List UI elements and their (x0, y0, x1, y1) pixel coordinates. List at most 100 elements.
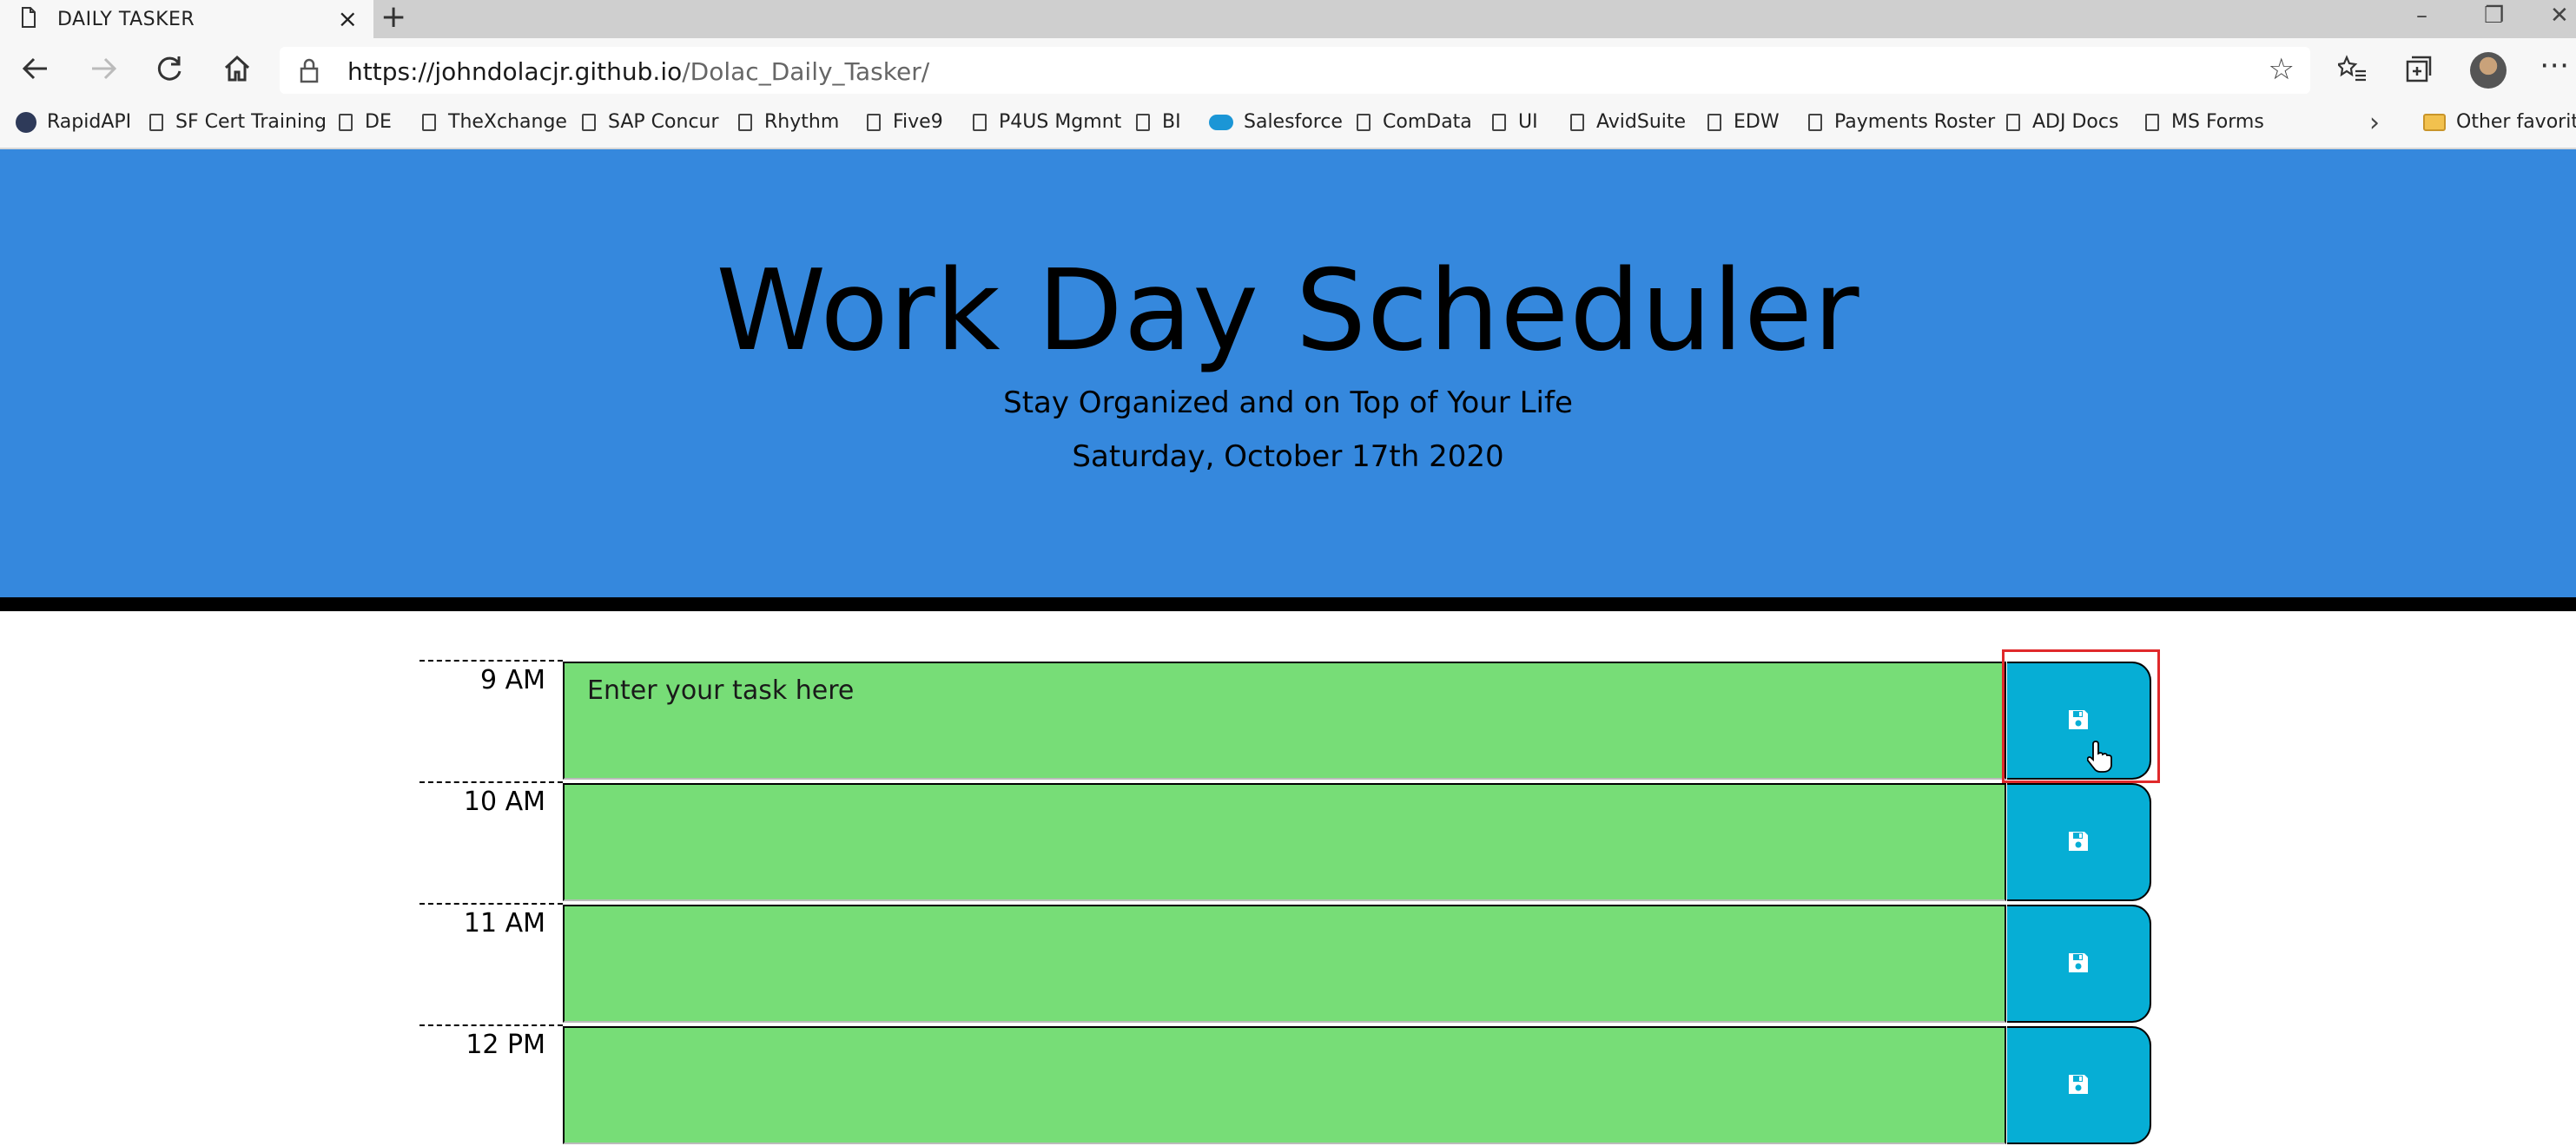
bookmark-rapidapi[interactable]: RapidAPI (16, 111, 131, 133)
bookmark-thexchange[interactable]: TheXchange (422, 111, 567, 133)
task-input[interactable] (563, 905, 2006, 1023)
bookmark-label: DE (365, 111, 392, 133)
back-icon[interactable] (21, 54, 50, 89)
url-host: https://johndolacjr.github.io (347, 57, 683, 86)
bookmark-payments-roster[interactable]: Payments Roster (1808, 111, 1995, 133)
forward-icon[interactable] (89, 54, 118, 89)
page-icon (1808, 113, 1822, 131)
bookmark-ui[interactable]: UI (1492, 111, 1538, 133)
bookmarks-bar: RapidAPI SF Cert Training DE TheXchange … (0, 101, 2576, 149)
page-icon (973, 113, 987, 131)
page-title: Work Day Scheduler (716, 247, 1860, 376)
favorites-icon[interactable] (2335, 54, 2368, 89)
bookmark-edw[interactable]: EDW (1707, 111, 1780, 133)
bookmark-label: ComData (1383, 111, 1472, 133)
bookmark-adj-docs[interactable]: ADJ Docs (2006, 111, 2118, 133)
current-date: Saturday, October 17th 2020 (1072, 439, 1504, 474)
bookmark-label: Salesforce (1244, 111, 1343, 133)
save-button[interactable] (2007, 1026, 2151, 1144)
address-bar[interactable]: https://johndolacjr.github.io/Dolac_Dail… (280, 47, 2310, 94)
page-icon (2006, 113, 2020, 131)
save-button[interactable] (2007, 905, 2151, 1023)
task-input[interactable] (563, 662, 2006, 780)
page-icon (339, 113, 353, 131)
page-icon (1357, 113, 1371, 131)
restore-icon[interactable]: ❐ (2484, 3, 2504, 28)
page-icon (2145, 113, 2159, 131)
collections-icon[interactable] (2404, 54, 2434, 89)
rapidapi-icon (16, 111, 36, 133)
page-icon (1492, 113, 1506, 131)
bookmark-label: Other favorites (2456, 111, 2576, 133)
salesforce-cloud-icon (1209, 114, 1233, 130)
hand-cursor-icon (2086, 740, 2113, 776)
save-button[interactable] (2007, 662, 2151, 780)
url-text: https://johndolacjr.github.io/Dolac_Dail… (347, 57, 929, 86)
more-options-icon[interactable]: ⋯ (2540, 50, 2569, 80)
bookmark-label: SAP Concur (608, 111, 719, 133)
page-icon (1570, 113, 1584, 131)
tab-strip: DAILY TASKER × + – ❐ ✕ (0, 0, 2576, 38)
schedule-container: 9 AM 10 AM 11 AM 12 PM (419, 649, 2160, 1146)
lock-icon[interactable] (299, 57, 320, 87)
bookmark-label: Payments Roster (1834, 111, 1996, 133)
bookmark-bi[interactable]: BI (1136, 111, 1181, 133)
bookmark-de[interactable]: DE (339, 111, 392, 133)
time-block: 9 AM (419, 649, 2160, 783)
bookmark-five9[interactable]: Five9 (867, 111, 943, 133)
page-icon (867, 113, 881, 131)
refresh-icon[interactable] (155, 54, 184, 89)
tab-title: DAILY TASKER (57, 8, 195, 30)
bookmark-sf-cert-training[interactable]: SF Cert Training (149, 111, 327, 133)
floppy-disk-icon (2067, 952, 2090, 977)
close-window-icon[interactable]: ✕ (2550, 3, 2569, 28)
profile-avatar[interactable] (2470, 52, 2507, 89)
bookmark-other-favorites[interactable]: Other favorites (2423, 111, 2576, 133)
page-icon (582, 113, 596, 131)
header-banner: Work Day Scheduler Stay Organized and on… (0, 149, 2576, 611)
hour-label: 11 AM (419, 903, 563, 1024)
bookmark-label: TheXchange (448, 111, 567, 133)
bookmark-rhythm[interactable]: Rhythm (738, 111, 839, 133)
url-path: /Dolac_Daily_Tasker/ (682, 57, 930, 86)
new-tab-icon[interactable]: + (380, 2, 406, 33)
home-icon[interactable] (222, 54, 252, 89)
bookmark-p4us-mgmnt[interactable]: P4US Mgmnt (973, 111, 1121, 133)
favorite-star-icon[interactable]: ☆ (2269, 52, 2295, 87)
bookmark-label: P4US Mgmnt (999, 111, 1122, 133)
task-input[interactable] (563, 1026, 2006, 1144)
bookmark-avidsuite[interactable]: AvidSuite (1570, 111, 1686, 133)
bookmark-label: SF Cert Training (175, 111, 327, 133)
bookmark-label: Rhythm (764, 111, 840, 133)
bookmark-ms-forms[interactable]: MS Forms (2145, 111, 2264, 133)
browser-tab[interactable]: DAILY TASKER × (0, 0, 373, 38)
bookmark-label: UI (1518, 111, 1538, 133)
hour-label: 9 AM (419, 660, 563, 781)
floppy-disk-icon (2067, 1073, 2090, 1098)
close-tab-icon[interactable]: × (338, 5, 358, 33)
bookmark-label: RapidAPI (47, 111, 132, 133)
bookmark-salesforce[interactable]: Salesforce (1209, 111, 1343, 133)
bookmark-comdata[interactable]: ComData (1357, 111, 1472, 133)
time-block: 10 AM (419, 781, 2157, 903)
bookmark-sap-concur[interactable]: SAP Concur (582, 111, 719, 133)
bookmark-label: EDW (1734, 111, 1780, 133)
page-icon (149, 113, 163, 131)
save-button[interactable] (2007, 783, 2151, 901)
time-block: 12 PM (419, 1024, 2157, 1146)
page-subtitle: Stay Organized and on Top of Your Life (1003, 385, 1573, 420)
page-icon (738, 113, 752, 131)
navigation-bar: https://johndolacjr.github.io/Dolac_Dail… (0, 38, 2576, 101)
task-input[interactable] (563, 783, 2006, 901)
page-icon (1707, 113, 1721, 131)
time-block: 11 AM (419, 903, 2157, 1024)
page-icon (21, 7, 36, 31)
chevron-right-icon[interactable]: › (2369, 108, 2380, 138)
bookmark-label: MS Forms (2171, 111, 2264, 133)
floppy-disk-icon (2067, 830, 2090, 855)
minimize-icon[interactable]: – (2416, 3, 2427, 28)
bookmark-label: ADJ Docs (2032, 111, 2119, 133)
hour-label: 12 PM (419, 1024, 563, 1146)
page-icon (1136, 113, 1150, 131)
bookmark-label: Five9 (893, 111, 943, 133)
